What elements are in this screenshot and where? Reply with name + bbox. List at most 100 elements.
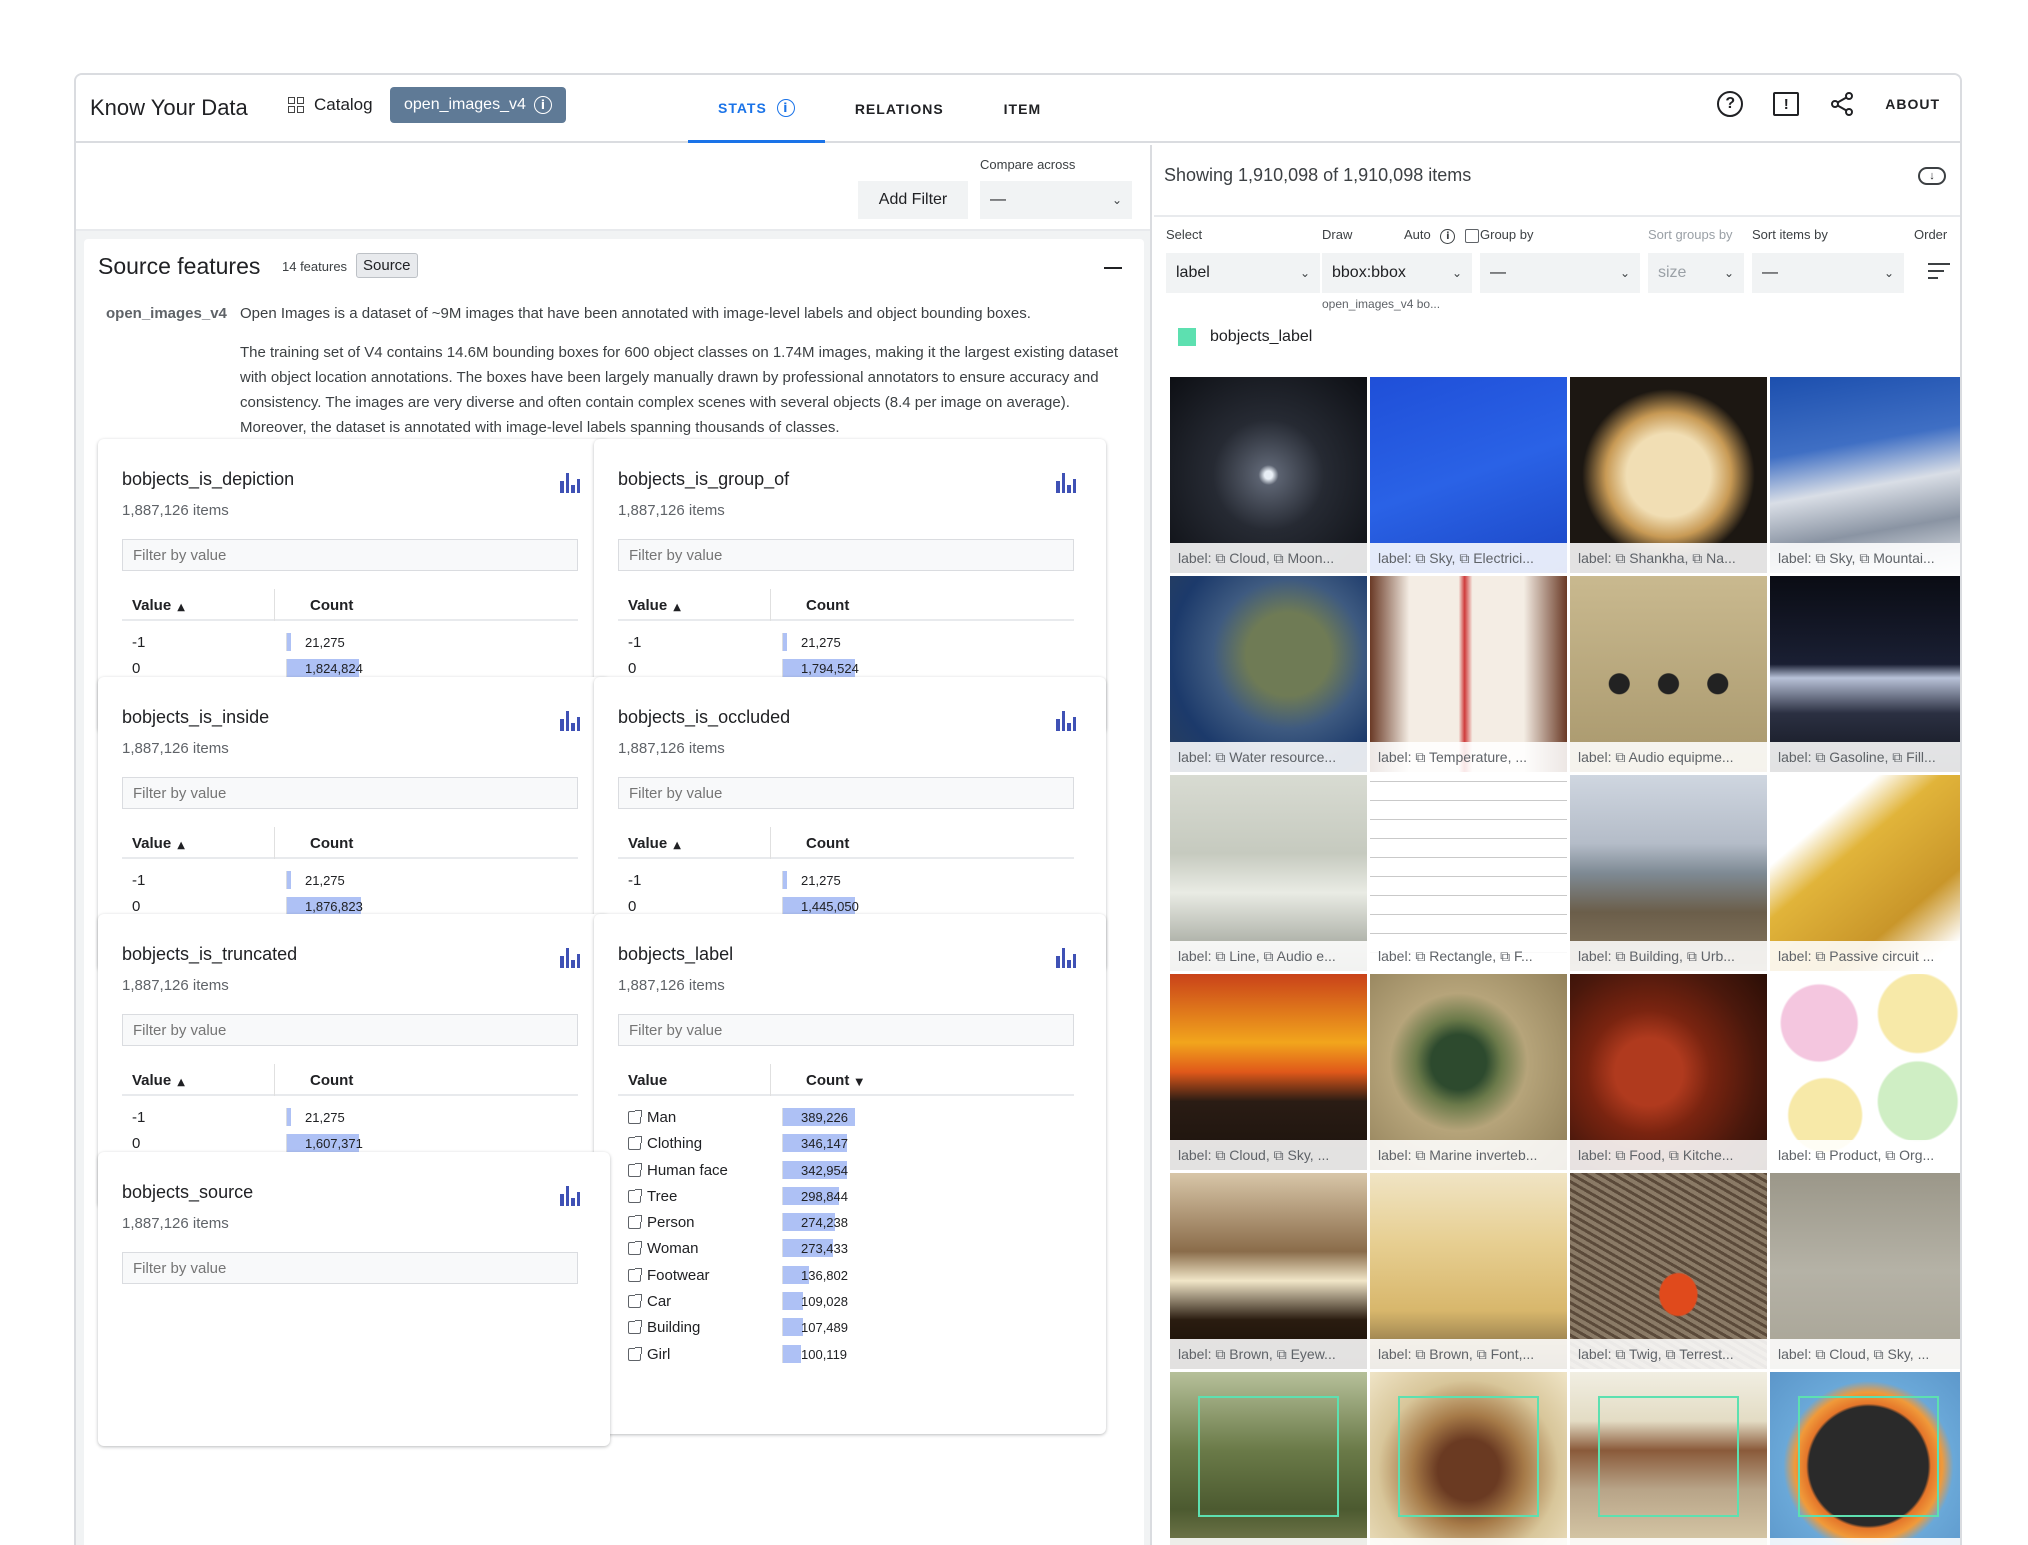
image-thumbnail[interactable]: label: ⧉ Plant, ⧉ Plant ... bbox=[1170, 1372, 1367, 1545]
table-row[interactable]: Human face 342,954 bbox=[618, 1157, 1074, 1183]
external-link-icon[interactable] bbox=[628, 1346, 642, 1361]
cloud-download-icon[interactable]: ↓ bbox=[1918, 167, 1946, 185]
catalog-link[interactable]: Catalog bbox=[288, 95, 373, 115]
filter-by-value-input[interactable] bbox=[618, 777, 1074, 809]
image-thumbnail[interactable]: label: ⧉ Water resource... bbox=[1170, 576, 1367, 772]
value-column-header[interactable]: Value ▲ bbox=[132, 1072, 185, 1089]
image-thumbnail[interactable]: label: ⧉ Rectangle, ⧉ F... bbox=[1370, 775, 1567, 971]
filter-by-value-input[interactable] bbox=[122, 1252, 578, 1284]
image-thumbnail[interactable]: label: ⧉ Audio equipme... bbox=[1570, 576, 1767, 772]
filter-by-value-input[interactable] bbox=[122, 1014, 578, 1046]
table-row[interactable]: -1 21,275 bbox=[122, 629, 578, 655]
external-link-icon[interactable] bbox=[628, 1188, 642, 1203]
draw-dropdown[interactable]: bbox:bbox ⌄ bbox=[1322, 253, 1472, 293]
image-thumbnail[interactable]: label: ⧉ Sky, ⧉ Window,... bbox=[1570, 1372, 1767, 1545]
image-thumbnail[interactable]: label: ⧉ Cloud, ⧉ Sky, ... bbox=[1170, 974, 1367, 1170]
table-row[interactable]: -1 21,275 bbox=[618, 629, 1074, 655]
image-thumbnail[interactable]: label: ⧉ Sky, ⧉ Electrici... bbox=[1370, 377, 1567, 573]
image-thumbnail[interactable]: label: ⧉ Marine inverteb... bbox=[1370, 974, 1567, 1170]
table-row[interactable]: -1 21,275 bbox=[122, 867, 578, 893]
bar-chart-icon[interactable] bbox=[1056, 711, 1076, 731]
table-row[interactable]: Building 107,489 bbox=[618, 1314, 1074, 1340]
image-thumbnail[interactable]: label: ⧉ Bird, ⧉ Botany,... bbox=[1370, 1372, 1567, 1545]
external-link-icon[interactable] bbox=[628, 1320, 642, 1335]
table-row[interactable]: Man 389,226 bbox=[618, 1104, 1074, 1130]
table-row[interactable]: Person 274,238 bbox=[618, 1209, 1074, 1235]
external-link-icon[interactable] bbox=[628, 1110, 642, 1124]
image-thumbnail[interactable]: label: ⧉ Twig, ⧉ Terrest... bbox=[1570, 1173, 1767, 1369]
count-column-header[interactable]: Count ▼ bbox=[806, 1072, 863, 1089]
value-column-header[interactable]: Value ▲ bbox=[132, 597, 185, 614]
image-thumbnail[interactable]: label: ⧉ Brown, ⧉ Eyew... bbox=[1170, 1173, 1367, 1369]
bar-chart-icon[interactable] bbox=[560, 948, 580, 968]
tab-stats[interactable]: STATS i bbox=[688, 75, 825, 143]
info-icon[interactable]: i bbox=[1440, 229, 1456, 244]
value-column-header[interactable]: Value ▲ bbox=[132, 835, 185, 852]
table-row[interactable]: Footwear 136,802 bbox=[618, 1262, 1074, 1288]
select-dropdown[interactable]: label ⌄ bbox=[1166, 253, 1320, 293]
image-thumbnail[interactable]: label: ⧉ Brown, ⧉ Font,... bbox=[1370, 1173, 1567, 1369]
count-column-header[interactable]: Count bbox=[806, 835, 849, 852]
table-row[interactable]: Clothing 346,147 bbox=[618, 1130, 1074, 1156]
filter-by-value-input[interactable] bbox=[122, 777, 578, 809]
count-column-header[interactable]: Count bbox=[310, 1072, 353, 1089]
image-thumbnail[interactable]: label: ⧉ Cloud, ⧉ Sky, ... bbox=[1770, 1173, 1960, 1369]
sort-groups-dropdown[interactable]: size ⌄ bbox=[1648, 253, 1744, 293]
bar-chart-icon[interactable] bbox=[560, 473, 580, 493]
about-link[interactable]: ABOUT bbox=[1885, 96, 1940, 112]
image-thumbnail[interactable]: label: ⧉ Line, ⧉ Audio e... bbox=[1170, 775, 1367, 971]
info-icon[interactable]: i bbox=[776, 98, 795, 117]
table-row[interactable]: -1 21,275 bbox=[122, 1104, 578, 1130]
value-column-header[interactable]: Value bbox=[628, 1072, 673, 1089]
filter-by-value-input[interactable] bbox=[618, 539, 1074, 571]
help-icon[interactable]: ? bbox=[1717, 91, 1744, 117]
table-row[interactable]: Car 109,028 bbox=[618, 1288, 1074, 1314]
tab-relations[interactable]: RELATIONS bbox=[825, 75, 974, 143]
image-thumbnail[interactable]: label: ⧉ Shankha, ⧉ Na... bbox=[1570, 377, 1767, 573]
image-thumbnail[interactable]: label: ⧉ Sky, ⧉ Mountai... bbox=[1770, 377, 1960, 573]
image-thumbnail[interactable]: label: ⧉ Clock, ⧉ Font,... bbox=[1770, 1372, 1960, 1545]
share-icon[interactable] bbox=[1829, 91, 1855, 117]
table-row[interactable]: Woman 273,433 bbox=[618, 1235, 1074, 1261]
bar-chart-icon[interactable] bbox=[1056, 948, 1076, 968]
sort-order-icon[interactable] bbox=[1928, 263, 1950, 281]
table-row[interactable]: -1 21,275 bbox=[618, 867, 1074, 893]
filter-by-value-input[interactable] bbox=[618, 1014, 1074, 1046]
value-column-header[interactable]: Value ▲ bbox=[628, 597, 681, 614]
image-thumbnail[interactable]: label: ⧉ Passive circuit ... bbox=[1770, 775, 1960, 971]
image-thumbnail[interactable]: label: ⧉ Product, ⧉ Org... bbox=[1770, 974, 1960, 1170]
count-bar bbox=[287, 871, 291, 889]
external-link-icon[interactable] bbox=[628, 1215, 642, 1230]
external-link-icon[interactable] bbox=[628, 1162, 642, 1177]
bar-chart-icon[interactable] bbox=[560, 711, 580, 731]
count-column-header[interactable]: Count bbox=[310, 597, 353, 614]
table-row[interactable]: Tree 298,844 bbox=[618, 1183, 1074, 1209]
value-column-header[interactable]: Value ▲ bbox=[628, 835, 681, 852]
image-thumbnail[interactable]: label: ⧉ Cloud, ⧉ Moon... bbox=[1170, 377, 1367, 573]
sort-items-dropdown[interactable]: — ⌄ bbox=[1752, 253, 1904, 293]
external-link-icon[interactable] bbox=[628, 1136, 642, 1151]
bar-chart-icon[interactable] bbox=[1056, 473, 1076, 493]
external-link-icon[interactable] bbox=[628, 1294, 642, 1309]
count-column-header[interactable]: Count bbox=[806, 597, 849, 614]
table-row[interactable]: Girl 100,119 bbox=[618, 1341, 1074, 1367]
bar-chart-icon[interactable] bbox=[560, 1186, 580, 1206]
feedback-icon[interactable]: ! bbox=[1773, 92, 1800, 116]
filter-by-value-input[interactable] bbox=[122, 539, 578, 571]
auto-checkbox[interactable] bbox=[1465, 228, 1479, 243]
count-column-header[interactable]: Count bbox=[310, 835, 353, 852]
dataset-chip[interactable]: open_images_v4 i bbox=[390, 87, 566, 123]
external-link-icon[interactable] bbox=[628, 1241, 642, 1256]
external-link-icon[interactable] bbox=[628, 1267, 642, 1282]
image-thumbnail[interactable]: label: ⧉ Food, ⧉ Kitche... bbox=[1570, 974, 1767, 1170]
image-thumbnail[interactable]: label: ⧉ Building, ⧉ Urb... bbox=[1570, 775, 1767, 971]
image-thumbnail[interactable]: label: ⧉ Gasoline, ⧉ Fill... bbox=[1770, 576, 1960, 772]
auto-toggle[interactable]: Auto i bbox=[1404, 227, 1479, 244]
image-thumbnail[interactable]: label: ⧉ Temperature, ... bbox=[1370, 576, 1567, 772]
collapse-icon[interactable] bbox=[1104, 267, 1122, 269]
group-by-dropdown[interactable]: — ⌄ bbox=[1480, 253, 1640, 293]
tab-item[interactable]: ITEM bbox=[974, 75, 1071, 143]
compare-across-select[interactable]: — ⌄ bbox=[980, 181, 1132, 219]
add-filter-button[interactable]: Add Filter bbox=[858, 181, 968, 219]
info-icon[interactable]: i bbox=[533, 96, 552, 114]
